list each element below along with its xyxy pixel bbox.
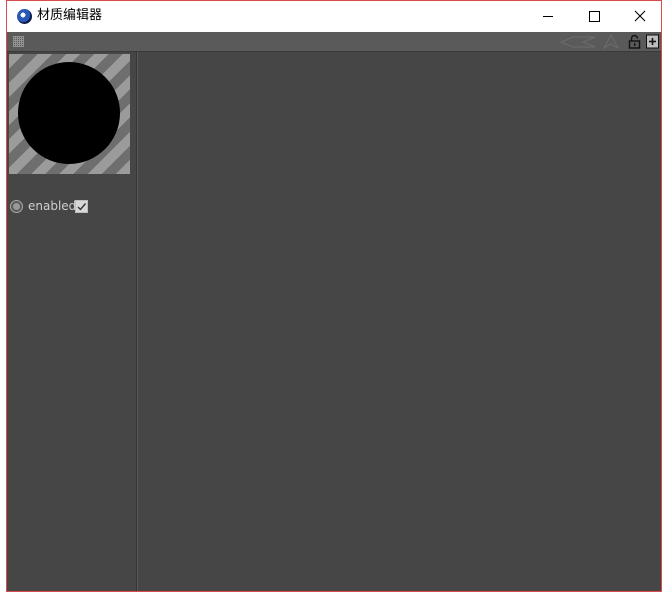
material-editor-window: 材质编辑器 enabled [6, 0, 662, 592]
editor-content: enabled [7, 52, 661, 591]
material-preview-sphere [18, 62, 120, 164]
close-icon [634, 10, 646, 22]
enabled-label: enabled [28, 199, 77, 213]
title-bar[interactable]: 材质编辑器 [7, 1, 661, 32]
enabled-checkbox[interactable] [75, 200, 88, 213]
grip-icon[interactable] [13, 36, 24, 47]
material-preview[interactable] [9, 54, 130, 174]
material-list-panel: enabled [7, 52, 137, 591]
minimize-button[interactable] [525, 1, 571, 32]
editor-toolbar [7, 32, 661, 52]
close-button[interactable] [617, 1, 663, 32]
lock-icon[interactable] [628, 34, 641, 49]
up-arrow-icon[interactable] [602, 34, 620, 49]
minimize-icon [543, 16, 553, 17]
maximize-icon [589, 11, 600, 22]
new-panel-icon[interactable] [646, 34, 660, 49]
window-title: 材质编辑器 [37, 8, 103, 23]
enabled-radio[interactable] [10, 200, 23, 213]
cinema4d-logo-icon [17, 9, 32, 24]
attributes-panel [138, 52, 661, 591]
back-arrow-icon[interactable] [559, 34, 597, 49]
checkmark-icon [77, 203, 87, 211]
maximize-button[interactable] [571, 1, 617, 32]
